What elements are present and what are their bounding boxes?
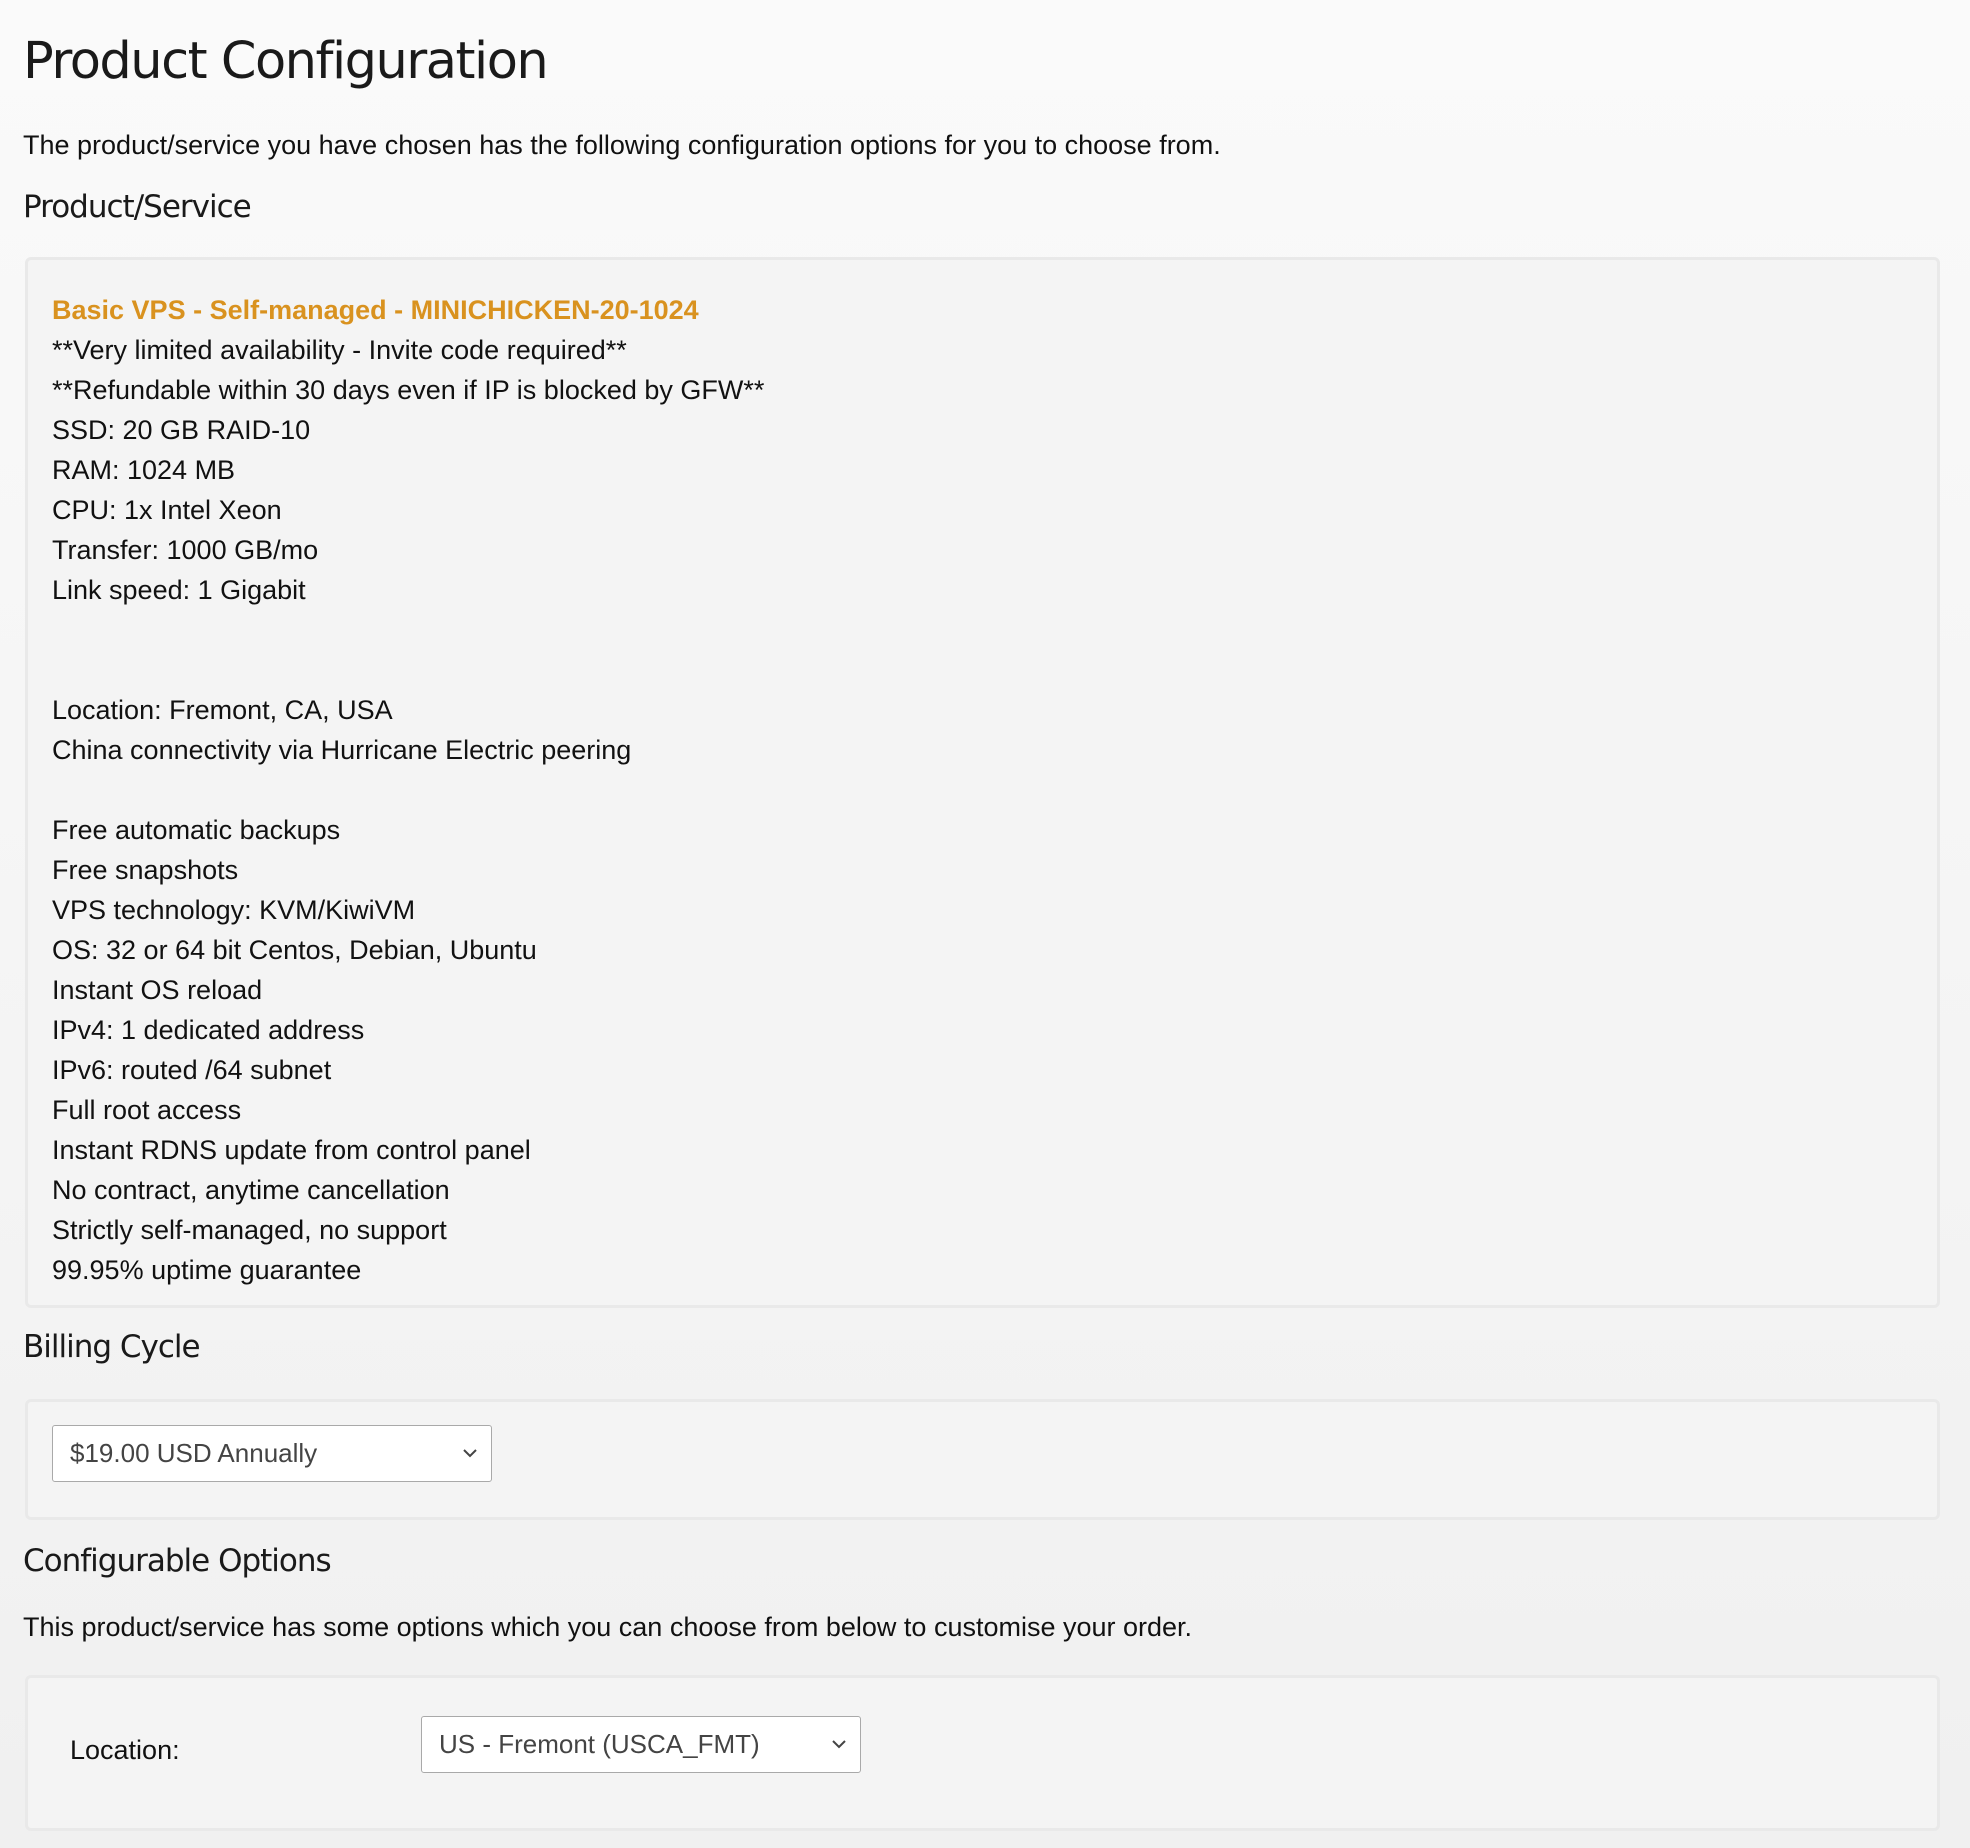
configurable-options-panel: Location: US - Fremont (USCA_FMT) xyxy=(25,1675,1940,1831)
description-line: Location: Fremont, CA, USA xyxy=(52,695,393,725)
description-spacer xyxy=(52,650,764,690)
description-line: RAM: 1024 MB xyxy=(52,455,236,485)
description-line: Full root access xyxy=(52,1095,242,1125)
chevron-down-icon xyxy=(832,1740,846,1749)
description-line: Link speed: 1 Gigabit xyxy=(52,575,306,605)
page-intro: The product/service you have chosen has … xyxy=(23,130,1221,160)
description-line: Instant OS reload xyxy=(52,975,263,1005)
configurable-options-heading: Configurable Options xyxy=(23,1543,332,1579)
product-name: Basic VPS - Self-managed - MINICHICKEN-2… xyxy=(52,295,699,325)
location-selected-value: US - Fremont (USCA_FMT) xyxy=(439,1729,760,1759)
description-line: Free snapshots xyxy=(52,855,239,885)
description-spacer xyxy=(52,610,764,650)
description-line: CPU: 1x Intel Xeon xyxy=(52,495,282,525)
description-line: OS: 32 or 64 bit Centos, Debian, Ubuntu xyxy=(52,935,537,965)
configurable-options-intro: This product/service has some options wh… xyxy=(23,1612,1193,1642)
description-line: IPv6: routed /64 subnet xyxy=(52,1055,332,1085)
billing-cycle-heading: Billing Cycle xyxy=(23,1329,201,1365)
description-line: Instant RDNS update from control panel xyxy=(52,1135,531,1165)
billing-cycle-select[interactable]: $19.00 USD Annually xyxy=(52,1425,492,1482)
product-details-panel: Basic VPS - Self-managed - MINICHICKEN-2… xyxy=(25,257,1940,1308)
description-line: **Very limited availability - Invite cod… xyxy=(52,335,627,365)
location-select[interactable]: US - Fremont (USCA_FMT) xyxy=(421,1716,861,1773)
description-line: China connectivity via Hurricane Electri… xyxy=(52,735,632,765)
description-spacer xyxy=(52,770,764,810)
chevron-down-icon xyxy=(463,1449,477,1458)
billing-cycle-selected-value: $19.00 USD Annually xyxy=(70,1438,318,1468)
description-line: No contract, anytime cancellation xyxy=(52,1175,450,1205)
description-line: SSD: 20 GB RAID-10 xyxy=(52,415,311,445)
product-description: **Very limited availability - Invite cod… xyxy=(52,330,764,1290)
description-line: VPS technology: KVM/KiwiVM xyxy=(52,895,416,925)
description-line: Strictly self-managed, no support xyxy=(52,1215,447,1245)
product-service-heading: Product/Service xyxy=(23,189,252,225)
page-title: Product Configuration xyxy=(23,32,549,91)
description-line: Free automatic backups xyxy=(52,815,341,845)
description-line: 99.95% uptime guarantee xyxy=(52,1255,362,1285)
billing-cycle-panel: $19.00 USD Annually xyxy=(25,1399,1940,1520)
description-line: Transfer: 1000 GB/mo xyxy=(52,535,319,565)
description-line: **Refundable within 30 days even if IP i… xyxy=(52,375,765,405)
description-line: IPv4: 1 dedicated address xyxy=(52,1015,365,1045)
location-label: Location: xyxy=(70,1735,180,1765)
